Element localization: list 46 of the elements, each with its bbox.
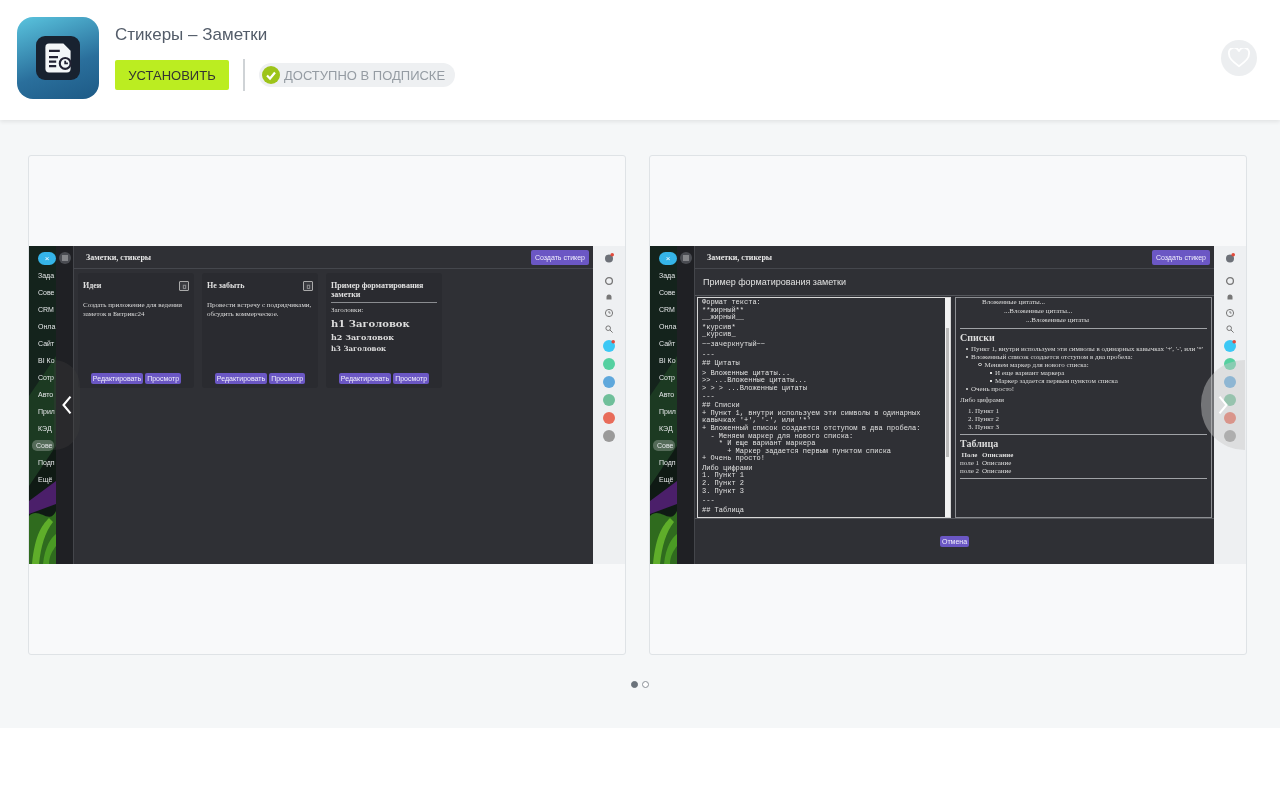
help-icon <box>604 253 614 263</box>
clock-icon <box>604 308 614 318</box>
avatar-icon <box>603 340 615 352</box>
trash-icon <box>305 283 311 289</box>
check-icon <box>262 66 280 84</box>
search-icon <box>604 324 614 334</box>
app-title: Стикеры – Заметки <box>115 25 269 45</box>
scrollbar[interactable] <box>945 298 950 517</box>
note-title: Не забыть <box>207 281 245 290</box>
avatar-icon <box>603 376 615 388</box>
app-title: Заметки, стикеры <box>86 252 152 262</box>
section-heading: Списки <box>960 332 996 343</box>
delete-button[interactable] <box>179 281 189 291</box>
avatar-icon <box>1224 430 1236 442</box>
install-button[interactable]: УСТАНОВИТЬ <box>115 60 229 90</box>
chevron-right-icon <box>1216 393 1230 417</box>
avatar-icon <box>603 394 615 406</box>
avatar-icon <box>603 358 615 370</box>
clock-icon <box>1225 308 1235 318</box>
carousel-dot[interactable] <box>642 681 649 688</box>
app-icon <box>17 17 99 99</box>
help-icon <box>1225 253 1235 263</box>
heading-two: h2 Заголовок <box>331 332 395 342</box>
badge-text: ДОСТУПНО В ПОДПИСКЕ <box>284 67 446 83</box>
trash-icon <box>181 283 187 289</box>
note-title: Пример форматирования заметки <box>331 281 425 299</box>
app-title: Заметки, стикеры <box>707 252 773 262</box>
previous-button[interactable] <box>54 360 80 450</box>
bell-icon <box>604 292 614 302</box>
search-icon <box>1225 324 1235 334</box>
avatar-icon <box>1224 394 1236 406</box>
bell-icon <box>1225 292 1235 302</box>
avatar-icon <box>1224 340 1236 352</box>
avatar-icon <box>1224 376 1236 388</box>
dialog-title: Пример форматирования заметки <box>695 269 1214 296</box>
section-heading: Таблица <box>960 438 1000 449</box>
avatar-icon <box>1224 412 1236 424</box>
avatar-icon <box>603 430 615 442</box>
carousel-dot[interactable] <box>631 681 638 688</box>
markdown-editor[interactable] <box>697 297 951 518</box>
heading-one: h1 Заголовок <box>331 318 411 329</box>
avatar-icon <box>1224 358 1236 370</box>
chevron-left-icon <box>60 393 74 417</box>
note-title: Идеи <box>83 281 102 290</box>
avatar-icon <box>603 412 615 424</box>
delete-button[interactable] <box>303 281 313 291</box>
